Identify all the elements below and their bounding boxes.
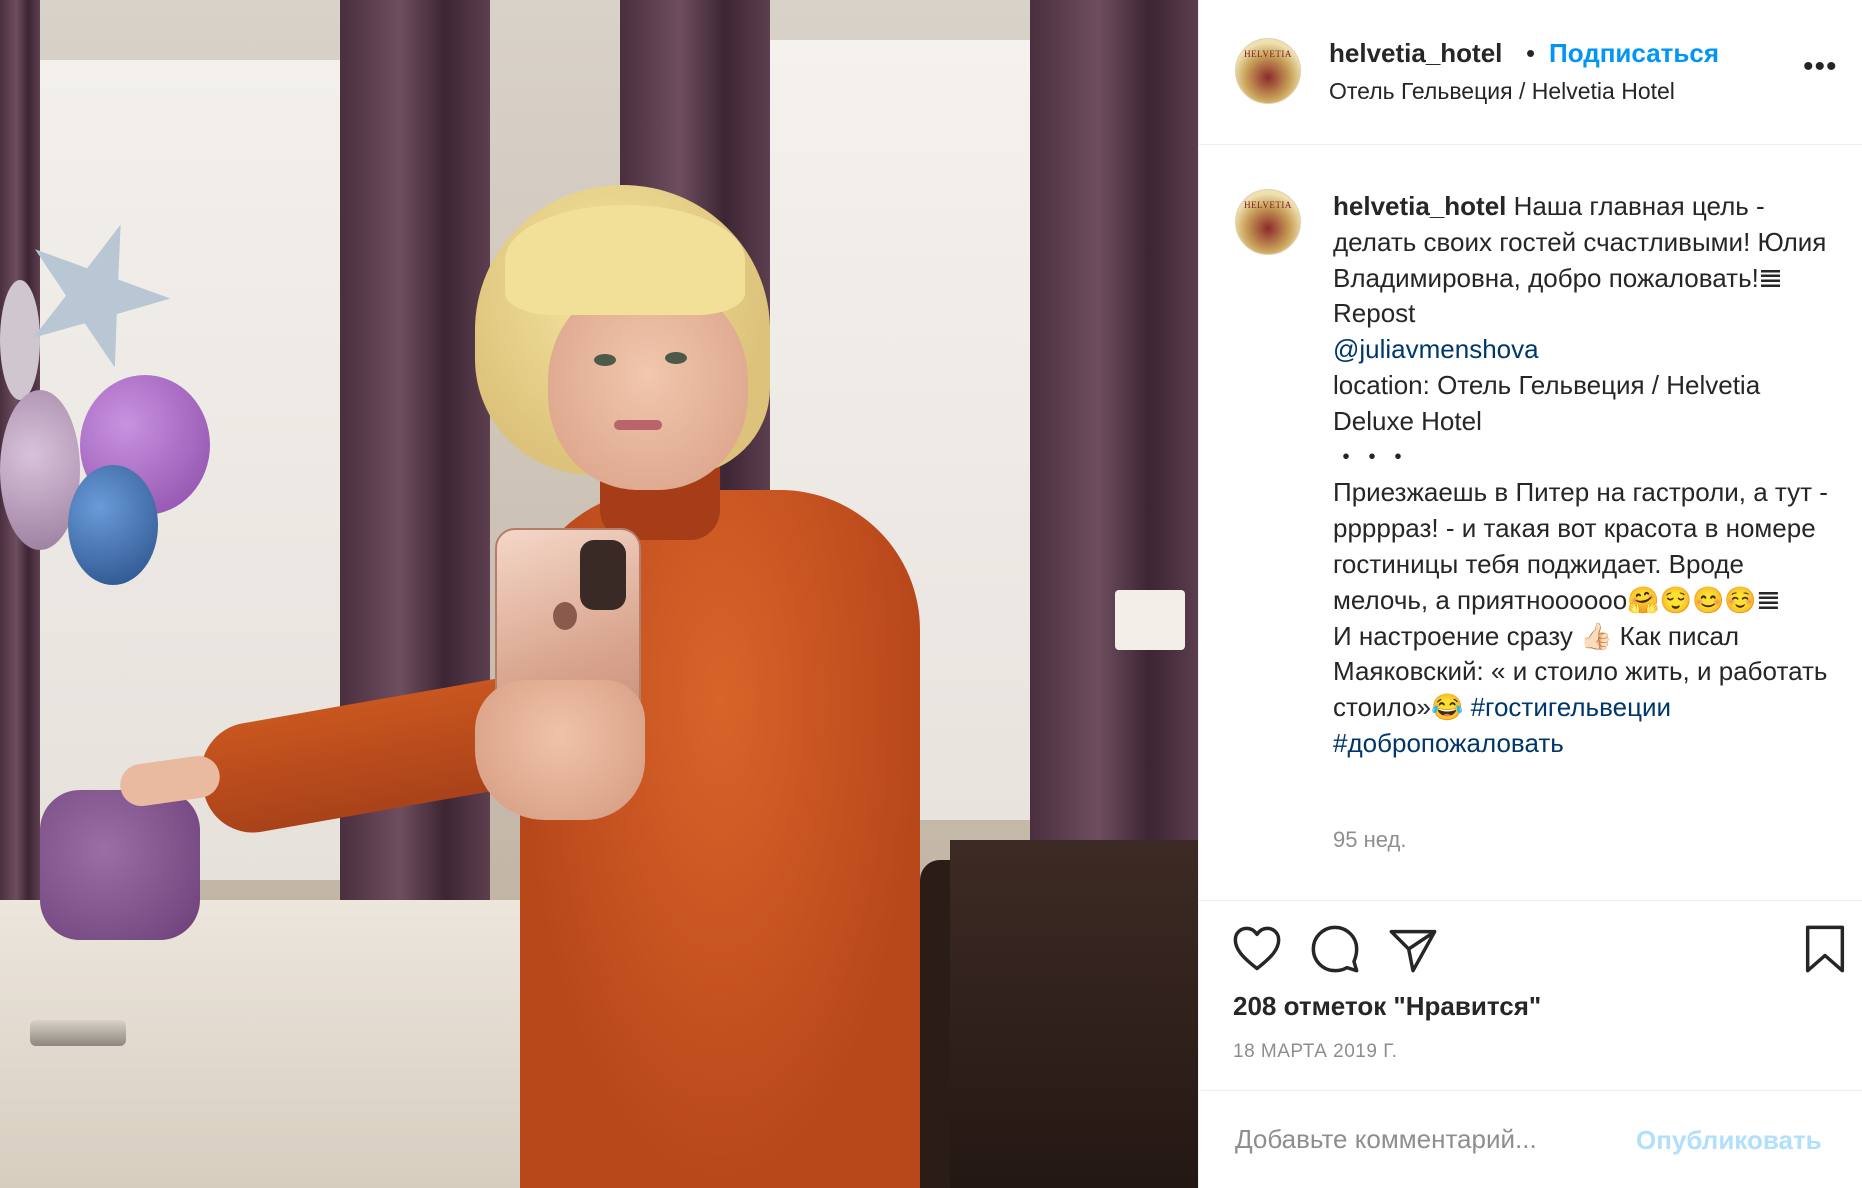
- bookmark-icon[interactable]: [1799, 923, 1851, 975]
- hair-fringe: [505, 205, 745, 315]
- desk: [950, 840, 1198, 1188]
- person-hand: [475, 680, 645, 820]
- action-bar: 208 отметок "Нравится" 18 МАРТА 2019 Г.: [1199, 900, 1862, 1090]
- post-time-ago[interactable]: 95 нед.: [1333, 827, 1406, 853]
- lamp: [1115, 590, 1185, 650]
- mention-link[interactable]: @juliavmenshova: [1333, 332, 1843, 368]
- pillow: [40, 790, 200, 940]
- mouth: [614, 420, 662, 430]
- phone-camera: [580, 540, 626, 610]
- location-link[interactable]: Отель Гельвеция / Helvetia Hotel: [1329, 78, 1675, 105]
- avatar[interactable]: HELVETIA: [1235, 38, 1301, 104]
- hashtag-link[interactable]: #добропожаловать: [1333, 728, 1564, 758]
- post-side-panel: HELVETIA helvetia_hotel • Подписаться От…: [1198, 0, 1862, 1188]
- post-photo[interactable]: [0, 0, 1198, 1188]
- heart-icon[interactable]: [1231, 923, 1283, 975]
- apple-logo-icon: [553, 602, 577, 630]
- hashtag-link[interactable]: #гостигельвеции: [1471, 692, 1671, 722]
- follow-button[interactable]: Подписаться: [1549, 38, 1719, 69]
- avatar-logo-text: HELVETIA: [1244, 49, 1292, 59]
- avatar[interactable]: HELVETIA: [1235, 189, 1301, 255]
- comment-icon[interactable]: [1309, 923, 1361, 975]
- caption-username-link[interactable]: helvetia_hotel: [1333, 191, 1506, 221]
- comment-input[interactable]: [1233, 1113, 1567, 1165]
- separator-dot: •: [1526, 38, 1536, 68]
- balloon: [68, 465, 158, 585]
- comment-bar: Опубликовать: [1199, 1090, 1862, 1188]
- username-link[interactable]: helvetia_hotel: [1329, 38, 1502, 69]
- caption-dots: ・・・: [1333, 441, 1412, 472]
- caption-area: HELVETIA helvetia_hotel Наша главная цел…: [1199, 145, 1862, 900]
- post-date[interactable]: 18 МАРТА 2019 Г.: [1233, 1041, 1397, 1063]
- eye: [594, 354, 616, 366]
- more-options-icon[interactable]: •••: [1803, 50, 1838, 84]
- avatar-logo-text: HELVETIA: [1244, 200, 1292, 210]
- likes-count[interactable]: 208 отметок "Нравится": [1233, 991, 1541, 1022]
- caption-location: location: Отель Гельвеция / Helvetia Del…: [1333, 369, 1761, 436]
- door-handle: [30, 1020, 126, 1046]
- post-caption: helvetia_hotel Наша главная цель - делат…: [1333, 189, 1843, 762]
- balloon: [0, 280, 40, 400]
- eye: [665, 352, 687, 364]
- post-header: HELVETIA helvetia_hotel • Подписаться От…: [1199, 0, 1862, 145]
- paper-plane-icon[interactable]: [1387, 923, 1439, 975]
- publish-button[interactable]: Опубликовать: [1636, 1125, 1822, 1156]
- caption-paragraph: Приезжаешь в Питер на гастроли, а тут - …: [1333, 477, 1828, 615]
